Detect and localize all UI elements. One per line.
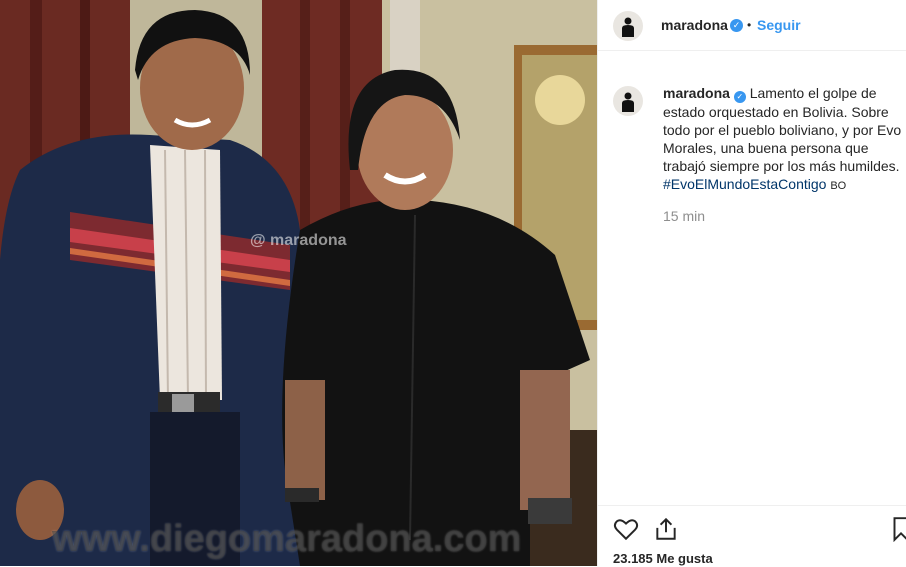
likes-count[interactable]: 23.185 Me gusta [613, 551, 713, 566]
post-photo[interactable]: @ maradona www.diegomaradona.com [0, 0, 597, 566]
bookmark-icon[interactable] [888, 516, 906, 542]
verified-badge-icon: ✓ [730, 19, 743, 32]
heart-icon[interactable] [613, 516, 639, 542]
photo-watermark-large: www.diegomaradona.com [52, 518, 522, 560]
share-icon[interactable] [653, 516, 679, 542]
caption-flag: BO [830, 180, 847, 192]
verified-badge-icon: ✓ [733, 91, 746, 103]
post-header: maradona ✓ • Seguir [598, 0, 906, 51]
photo-illustration [0, 0, 597, 566]
post-caption: maradona ✓ Lamento el golpe de estado or… [663, 84, 903, 195]
action-bar: 23.185 Me gusta [598, 505, 906, 567]
caption-username[interactable]: maradona [663, 85, 730, 101]
avatar-figure-icon [622, 92, 634, 112]
avatar[interactable] [613, 11, 643, 41]
post-side-panel: maradona ✓ • Seguir maradona ✓ Lamento e… [597, 0, 906, 566]
avatar-figure-icon [622, 17, 634, 37]
follow-button[interactable]: Seguir [757, 17, 801, 33]
post-timestamp[interactable]: 15 min [663, 208, 705, 224]
header-username[interactable]: maradona [661, 17, 728, 33]
caption-hashtag-link[interactable]: #EvoElMundoEstaContigo [663, 176, 826, 192]
header-separator: • [747, 18, 752, 32]
photo-watermark-small: @ maradona [250, 232, 347, 249]
caption-avatar[interactable] [613, 86, 643, 116]
